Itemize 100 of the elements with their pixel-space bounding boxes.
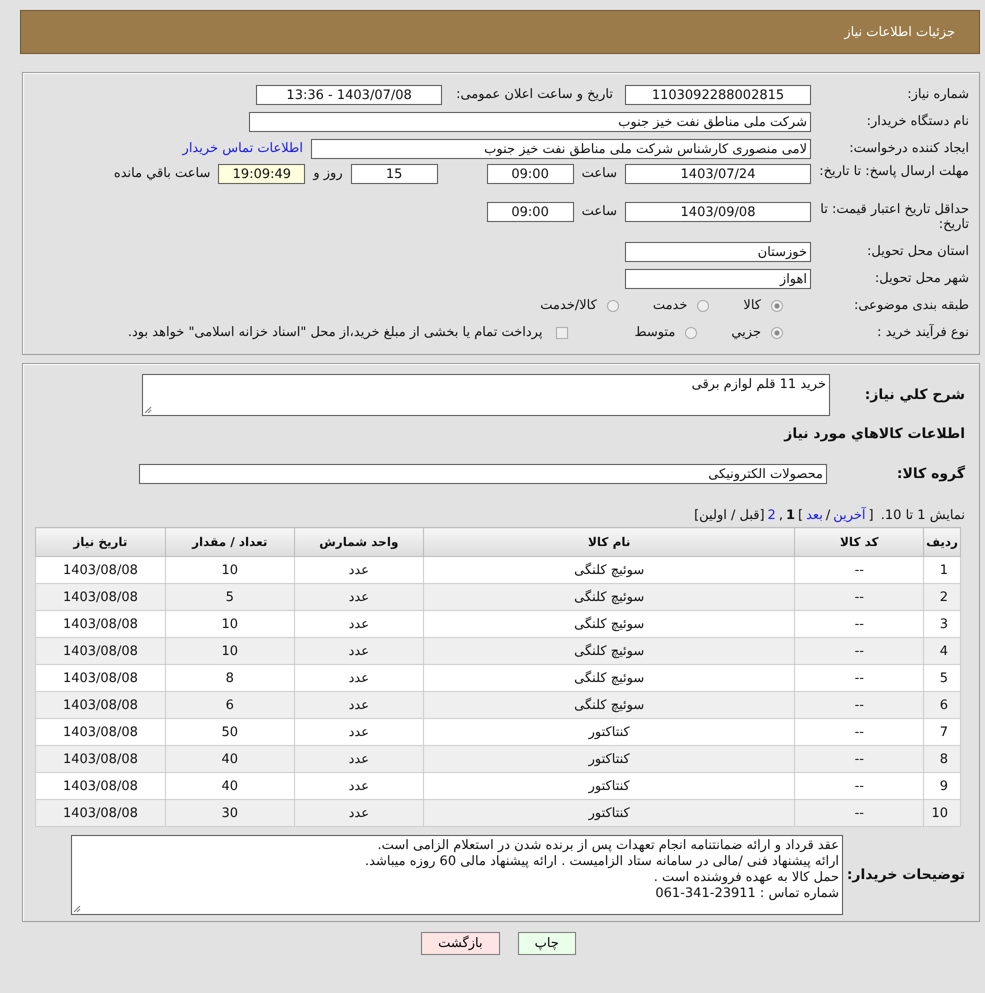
table-cell: عدد: [294, 800, 424, 826]
table-cell: سوئیچ کلنگی: [423, 556, 795, 584]
pager-link[interactable]: بعد: [806, 508, 823, 523]
city-field: اهواز: [625, 268, 811, 288]
need-number-field: 1103092288002815: [625, 84, 811, 104]
table-cell: 1403/08/08: [36, 772, 166, 800]
table-cell: کنتاکتور: [423, 772, 795, 800]
field-label: نوع فرآیند خرید :: [876, 325, 970, 340]
table-cell: 1403/08/08: [36, 610, 166, 638]
radio-label: جزيي: [731, 325, 761, 340]
radio-label: کالا: [743, 298, 761, 313]
table-cell: عدد: [294, 692, 424, 718]
table-cell: 9: [924, 772, 960, 800]
print-button[interactable]: چاپ: [518, 932, 576, 955]
checkbox-label: پرداخت تمام یا بخشی از مبلغ خرید،از محل "اسناد خزانه اسلامی" خواهد بود.: [128, 325, 542, 340]
field-label: حداقل تاریخ اعتبار قیمت: تا تاریخ:: [819, 202, 970, 232]
table-cell: --: [794, 718, 924, 746]
pager-link[interactable]: آخرین: [833, 508, 866, 523]
table-cell: 1403/08/08: [36, 664, 166, 692]
table-cell: 10: [924, 800, 960, 826]
table-cell: 5: [924, 664, 960, 692]
table-cell: 1403/08/08: [36, 746, 166, 772]
column-header: ردیف: [924, 528, 960, 556]
table-cell: 30: [165, 800, 294, 826]
table-cell: --: [794, 692, 924, 718]
table-cell: 40: [165, 772, 294, 800]
table-cell: --: [794, 556, 924, 584]
table-cell: 10: [165, 638, 294, 664]
announce-date-field: 1403/07/08 - 13:36: [256, 84, 442, 104]
field-label: شرح كلي نياز:: [864, 387, 965, 403]
table-cell: --: [794, 610, 924, 638]
table-cell: سوئیچ کلنگی: [423, 692, 795, 718]
radio-button[interactable]: [697, 300, 710, 312]
table-cell: 1: [924, 556, 960, 584]
days-field: 15: [350, 164, 438, 184]
field-label: طبقه بندی موضوعی:: [852, 298, 970, 313]
pager-summary: نمایش 1 تا 10.: [880, 508, 965, 523]
buyer-field: شرکت ملی مناطق نفت خیز جنوب: [249, 112, 811, 132]
table-cell: کنتاکتور: [423, 718, 795, 746]
pager-text: ]: [798, 508, 804, 523]
table-cell: سوئیچ کلنگی: [423, 584, 795, 610]
field-label: ساعت: [582, 165, 617, 183]
radio-button[interactable]: [771, 300, 783, 312]
resize-grip-icon: [144, 406, 152, 414]
field-label: تاریخ و ساعت اعلان عمومی:: [456, 87, 613, 102]
checkbox[interactable]: [556, 326, 568, 338]
radio-button[interactable]: [606, 300, 619, 312]
field-label: روز و: [313, 165, 343, 183]
table-cell: 1403/08/08: [36, 556, 166, 584]
field-label: نام دستگاه خریدار:: [866, 114, 970, 129]
column-header: نام کالا: [423, 528, 795, 556]
radio-label: کالا/خدمت: [540, 298, 597, 313]
column-header: واحد شمارش: [294, 528, 424, 556]
table-cell: 10: [165, 610, 294, 638]
back-button[interactable]: بازگشت: [421, 932, 500, 955]
table-cell: --: [794, 638, 924, 664]
resize-grip-icon: [73, 905, 81, 913]
page-title: جزئیات اطلاعات نیاز: [844, 24, 955, 40]
radio-button[interactable]: [685, 326, 698, 338]
radio-label: متوسط: [634, 325, 676, 340]
buyer-contact-link[interactable]: اطلاعات تماس خریدار: [182, 141, 303, 156]
goods-group-field: محصولات الکترونیکی: [139, 464, 827, 484]
table-cell: --: [794, 664, 924, 692]
province-field: خوزستان: [625, 242, 811, 262]
date-field: 1403/09/08: [625, 202, 811, 222]
table-cell: 8: [165, 664, 294, 692]
table-cell: سوئیچ کلنگی: [423, 664, 795, 692]
table-cell: 1403/08/08: [36, 718, 166, 746]
radio-button[interactable]: [771, 326, 783, 338]
table-cell: عدد: [294, 664, 424, 692]
table-cell: سوئیچ کلنگی: [423, 610, 795, 638]
table-cell: عدد: [294, 718, 424, 746]
table-cell: کنتاکتور: [423, 746, 795, 772]
table-cell: 3: [924, 610, 960, 638]
table-cell: --: [794, 800, 924, 826]
description-field: خرید 11 قلم لوازم برقی: [142, 374, 830, 416]
table-cell: 40: [165, 746, 294, 772]
table-cell: سوئیچ کلنگی: [423, 638, 795, 664]
table-cell: 2: [924, 584, 960, 610]
table-cell: 10: [165, 556, 294, 584]
field-label: استان محل تحویل:: [866, 244, 970, 259]
table-cell: --: [794, 584, 924, 610]
pager-link[interactable]: 2: [768, 508, 776, 523]
radio-label: خدمت: [652, 298, 688, 313]
pager-text: /: [826, 508, 830, 523]
table-cell: عدد: [294, 584, 424, 610]
table-cell: 1403/08/08: [36, 692, 166, 718]
pager-text: ,: [778, 508, 783, 523]
pager-text: [: [868, 508, 874, 523]
remaining-time-field: 19:09:49: [218, 164, 306, 184]
field-label: شماره نیاز:: [906, 87, 970, 102]
date-field: 1403/07/24: [625, 164, 811, 184]
table-cell: 6: [924, 692, 960, 718]
table-cell: 4: [924, 638, 960, 664]
table-cell: عدد: [294, 772, 424, 800]
table-cell: 50: [165, 718, 294, 746]
column-header: کد کالا: [794, 528, 924, 556]
table-cell: --: [794, 746, 924, 772]
table-cell: --: [794, 772, 924, 800]
table-cell: عدد: [294, 610, 424, 638]
